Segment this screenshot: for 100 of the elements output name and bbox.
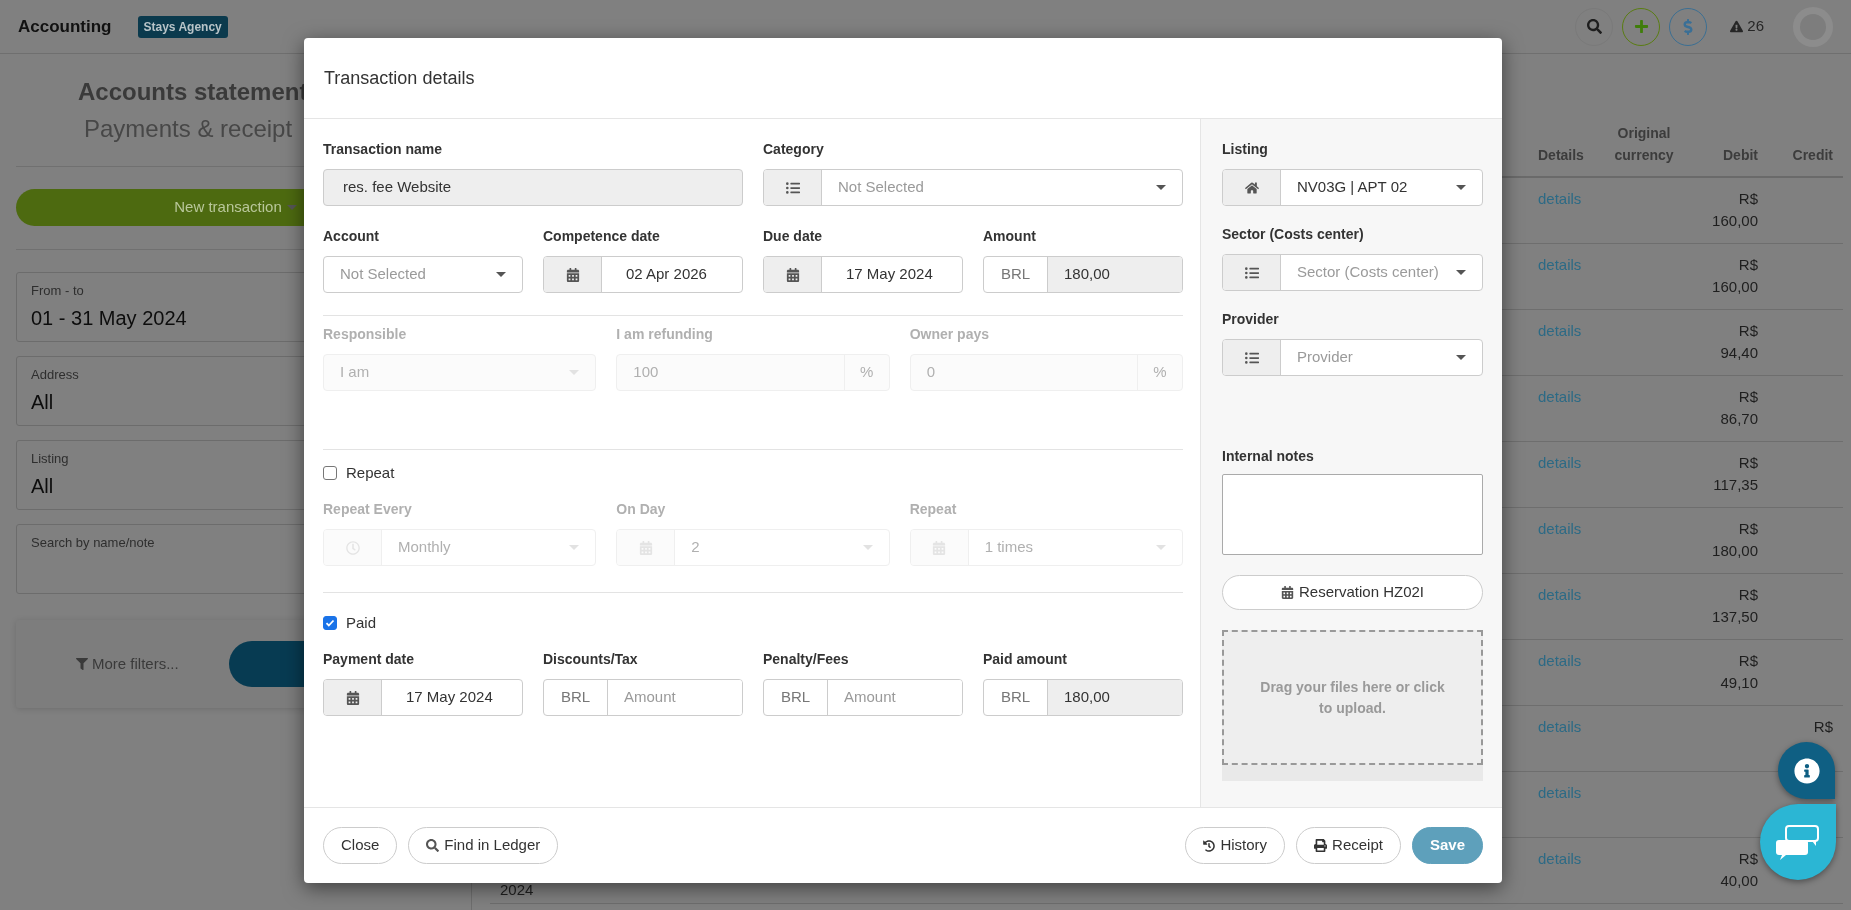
field-label: Internal notes xyxy=(1222,447,1315,466)
table-cell-text: R$ 160,00 xyxy=(1711,255,1758,297)
details-link[interactable]: details xyxy=(1538,454,1582,471)
checkbox[interactable] xyxy=(323,616,337,630)
calendar-icon xyxy=(345,690,360,705)
amount-field[interactable]: BRL Amount xyxy=(763,679,963,716)
details-link[interactable]: details xyxy=(1538,520,1582,537)
table-cell-text: 2024 xyxy=(500,880,534,900)
page-subtitle: Payments & receipt xyxy=(84,114,293,144)
caret-icon xyxy=(286,205,297,210)
plus-icon xyxy=(1633,19,1649,34)
field-label: Discounts/Tax xyxy=(543,650,638,669)
filter-icon xyxy=(76,658,88,670)
table-cell-text: R$ 180,00 xyxy=(1711,519,1758,561)
field-label: Due date xyxy=(763,227,823,246)
table-cell-text: R$ 86,70 xyxy=(1719,387,1758,429)
dropdown[interactable]: Not Selected xyxy=(763,169,1183,206)
checkbox-label: Paid xyxy=(346,612,377,633)
caret-icon xyxy=(496,272,506,277)
dropdown[interactable]: Provider xyxy=(1222,339,1483,376)
table-cell-text: R$ 40,00 xyxy=(1719,849,1758,891)
filter-value: 01 - 31 May 2024 xyxy=(31,305,187,331)
alerts-button[interactable]: 26 xyxy=(1730,15,1764,38)
column-header: Original currency xyxy=(1613,124,1675,165)
caret-icon xyxy=(862,545,873,550)
table-cell-text: R$ 49,10 xyxy=(1719,651,1758,693)
amount-field[interactable]: BRL Amount xyxy=(543,679,743,716)
field-label: Transaction name xyxy=(323,140,443,159)
date-field[interactable]: 17 May 2024 xyxy=(763,256,963,293)
details-link[interactable]: details xyxy=(1538,652,1582,669)
field-label: I am refunding xyxy=(616,325,713,344)
upload-dropzone[interactable]: Drag your files here or click to upload. xyxy=(1222,630,1483,765)
caret-icon xyxy=(1156,545,1166,550)
more-filters-button[interactable]: More filters... xyxy=(76,652,179,676)
info-button[interactable] xyxy=(1778,742,1835,799)
table-cell-text: R$ 160,00 xyxy=(1711,189,1758,231)
date-field[interactable]: 17 May 2024 xyxy=(323,679,523,716)
details-link[interactable]: details xyxy=(1538,586,1582,603)
dropdown[interactable]: Sector (Costs center) xyxy=(1222,254,1483,291)
caret-icon xyxy=(1456,185,1466,190)
details-link[interactable]: details xyxy=(1538,784,1582,801)
field-label: Repeat xyxy=(909,500,957,519)
date-field[interactable]: 02 Apr 2026 xyxy=(543,256,743,293)
caret-icon xyxy=(1156,185,1166,190)
search-icon xyxy=(1586,19,1602,34)
column-header: Debit xyxy=(1722,146,1758,165)
details-link[interactable]: details xyxy=(1538,190,1582,207)
field-label: Responsible xyxy=(323,325,407,344)
modal-title: Transaction details xyxy=(324,66,475,90)
caret-icon xyxy=(1456,355,1466,360)
column-header: Details xyxy=(1538,146,1585,165)
calendar-icon xyxy=(565,267,580,282)
save-button[interactable]: Save xyxy=(1411,827,1483,864)
notes-field[interactable] xyxy=(1222,474,1483,555)
warning-icon xyxy=(1730,20,1744,33)
search-icon xyxy=(426,839,440,852)
details-link[interactable]: details xyxy=(1538,322,1582,339)
list-icon xyxy=(1244,350,1259,365)
reservation-button[interactable]: Reservation HZ02I xyxy=(1222,575,1483,610)
history-button[interactable]: History xyxy=(1185,827,1286,864)
field-label: Provider xyxy=(1222,310,1279,329)
caret-icon xyxy=(569,545,580,550)
caret-icon xyxy=(1456,270,1466,275)
details-link[interactable]: details xyxy=(1538,256,1582,273)
field-label: Competence date xyxy=(543,227,660,246)
caret-icon xyxy=(569,370,580,375)
filter-label: Search by name/note xyxy=(31,534,155,552)
filter-label: Listing xyxy=(31,450,69,468)
page-title: Accounts statement xyxy=(78,77,308,107)
dropdown[interactable]: Not Selected xyxy=(323,256,523,293)
receipt-button[interactable]: Receipt xyxy=(1296,827,1401,864)
filter-label: Address xyxy=(31,366,79,384)
details-link[interactable]: details xyxy=(1538,718,1582,735)
field-label: Owner pays xyxy=(909,325,990,344)
calendar-icon xyxy=(1280,586,1294,599)
info-icon xyxy=(1793,757,1820,784)
company-badge: Stays Agency xyxy=(137,15,228,38)
filter-label: From - to xyxy=(31,282,84,300)
field-label: Payment date xyxy=(323,650,415,669)
text-field[interactable]: res. fee Website xyxy=(323,169,743,206)
find-button[interactable]: Find in Ledger xyxy=(408,827,559,864)
field-label: Sector (Costs center) xyxy=(1222,225,1364,244)
filter-value: All xyxy=(31,389,54,415)
filter-value: All xyxy=(31,473,54,499)
list-icon xyxy=(785,180,800,195)
house-icon xyxy=(1244,180,1259,195)
close-button[interactable]: Close xyxy=(323,827,398,864)
table-cell-text: R$ 137,50 xyxy=(1711,585,1758,627)
field-label: Account xyxy=(323,227,379,246)
details-link[interactable]: details xyxy=(1538,850,1582,867)
dropdown[interactable]: NV03G | APT 02 xyxy=(1222,169,1483,206)
table-cell-text: R$ 94,40 xyxy=(1719,321,1758,363)
amount-field[interactable]: BRL 180,00 xyxy=(983,256,1183,293)
amount-field[interactable]: BRL 180,00 xyxy=(983,679,1183,716)
details-link[interactable]: details xyxy=(1538,388,1582,405)
chat-icon xyxy=(1774,824,1822,860)
checkbox-label: Repeat xyxy=(346,462,395,483)
field-label: Penalty/Fees xyxy=(763,650,849,669)
field-label: Listing xyxy=(1222,140,1268,159)
chat-button[interactable] xyxy=(1760,804,1836,880)
